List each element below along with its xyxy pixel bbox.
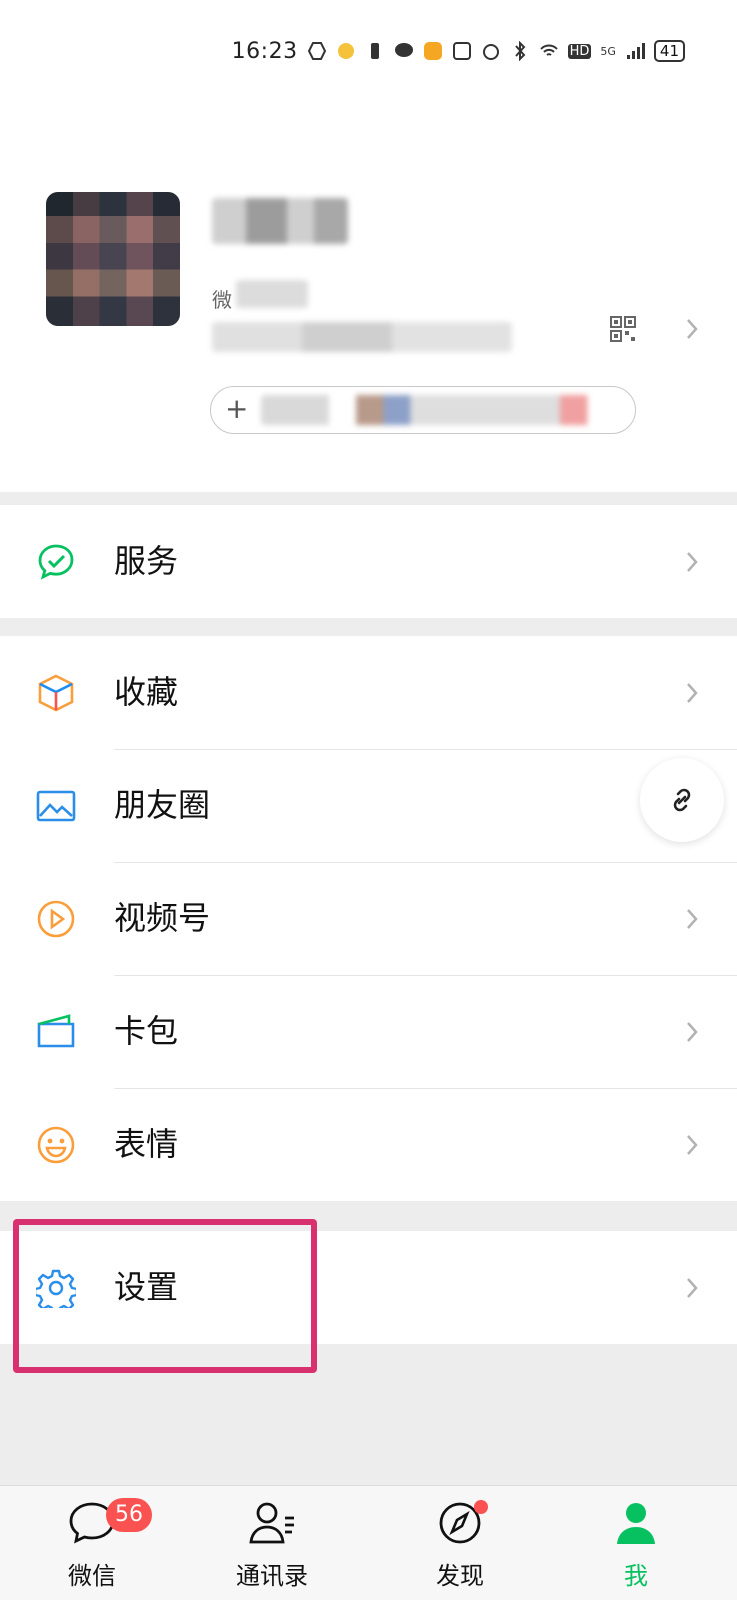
nickname-redacted — [212, 198, 348, 244]
menu-item-label: 收藏 — [114, 673, 179, 711]
wifi-icon — [539, 41, 559, 61]
battery-icon: 41 — [653, 40, 685, 62]
bluetooth-icon — [510, 40, 530, 62]
person-icon — [611, 1500, 661, 1546]
menu-item-moments[interactable]: 朋友圈 — [0, 749, 737, 862]
chevron-right-icon — [686, 1134, 698, 1156]
tab-label: 微信 — [68, 1562, 116, 1590]
menu-item-label: 视频号 — [114, 899, 211, 937]
tab-discover[interactable]: 发现 — [390, 1486, 530, 1600]
hd-label: HD — [567, 43, 592, 59]
cards-wallet-icon — [36, 1012, 76, 1052]
menu-item-label: 朋友圈 — [114, 786, 211, 824]
tab-me[interactable]: 我 — [566, 1486, 706, 1600]
message-icon — [394, 41, 414, 61]
plus-icon: + — [225, 392, 249, 425]
link-icon — [673, 788, 691, 812]
chevron-right-icon — [686, 908, 698, 930]
profile-card[interactable]: 微 + — [0, 100, 737, 492]
status-redacted — [261, 395, 601, 425]
menu-item-service[interactable]: 服务 — [0, 505, 737, 618]
status-button[interactable]: + — [210, 386, 636, 434]
hand-icon — [307, 41, 327, 61]
account-id-redacted — [212, 322, 512, 352]
notes-app-icon — [423, 41, 443, 61]
service-icon — [36, 542, 76, 582]
status-icons: 16:23 HD 5G 41 — [232, 34, 685, 68]
favorites-cube-icon — [36, 673, 76, 713]
nfc-icon — [452, 41, 472, 61]
alert-icon — [365, 41, 385, 61]
menu-item-channels[interactable]: 视频号 — [0, 862, 737, 975]
moments-image-icon — [36, 786, 76, 826]
bottom-tab-bar: 56 微信 通讯录 发现 我 — [0, 1485, 737, 1600]
tab-chats[interactable]: 56 微信 — [22, 1486, 162, 1600]
unread-count-badge: 56 — [106, 1498, 152, 1532]
chevron-right-icon — [686, 1021, 698, 1043]
wechat-id-redacted — [236, 280, 308, 308]
menu-item-cards[interactable]: 卡包 — [0, 975, 737, 1088]
section-main: 收藏 朋友圈 视频号 卡包 表情 — [0, 636, 737, 1201]
network-label: 5G — [600, 44, 616, 58]
avatar[interactable] — [46, 192, 180, 326]
contacts-icon — [247, 1500, 297, 1546]
tab-label: 我 — [624, 1562, 648, 1590]
chevron-right-icon — [686, 551, 698, 573]
tab-label: 通讯录 — [236, 1562, 308, 1590]
floating-link-button[interactable] — [640, 758, 724, 842]
chevron-right-icon — [686, 682, 698, 704]
qr-code-icon[interactable] — [610, 316, 636, 342]
app-notification-icon — [336, 41, 356, 61]
wechat-id-prefix: 微 — [212, 288, 232, 312]
chevron-right-icon — [686, 1277, 698, 1299]
section-service: 服务 — [0, 505, 737, 618]
signal-icon — [625, 41, 645, 61]
status-time: 16:23 — [231, 38, 298, 64]
channels-play-icon — [36, 899, 76, 939]
stickers-smile-icon — [36, 1125, 76, 1165]
menu-item-favorites[interactable]: 收藏 — [0, 636, 737, 749]
tab-label: 发现 — [436, 1562, 484, 1590]
new-content-dot — [474, 1500, 488, 1514]
chevron-right-icon — [686, 318, 698, 340]
tab-contacts[interactable]: 通讯录 — [202, 1486, 342, 1600]
menu-item-stickers[interactable]: 表情 — [0, 1088, 737, 1201]
alarm-icon — [481, 41, 501, 61]
status-bar: 16:23 HD 5G 41 — [0, 0, 737, 100]
settings-highlight-box — [13, 1219, 317, 1373]
battery-level: 41 — [659, 42, 679, 60]
menu-item-label: 卡包 — [114, 1012, 179, 1050]
menu-item-label: 表情 — [114, 1125, 179, 1163]
menu-item-label: 服务 — [114, 542, 179, 580]
